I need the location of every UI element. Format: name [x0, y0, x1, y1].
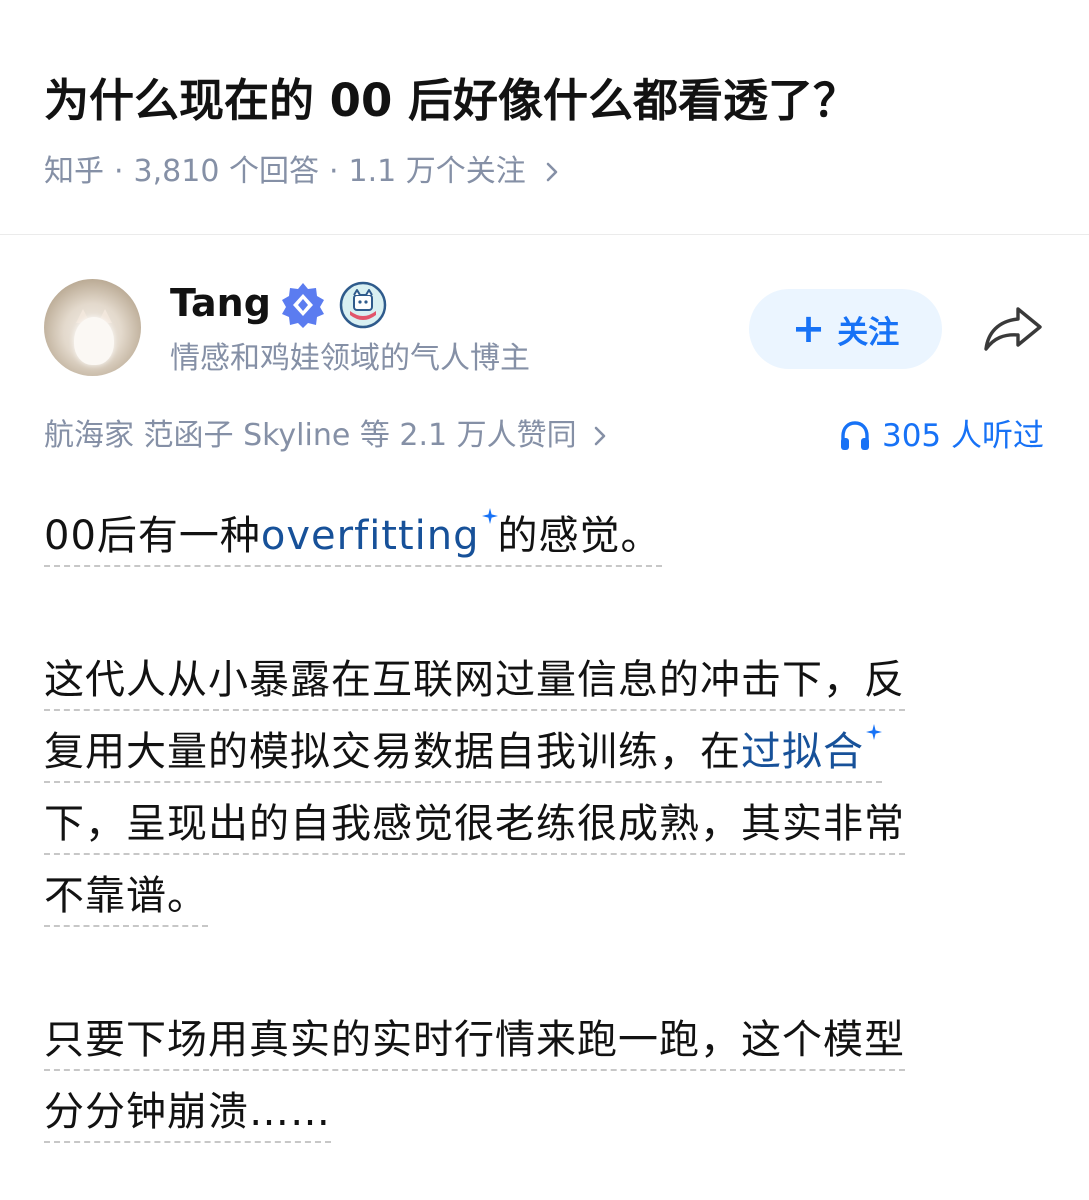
- avatar[interactable]: [44, 279, 141, 376]
- chevron-right-icon: [546, 162, 558, 182]
- question-meta[interactable]: 知乎 · 3,810 个回答 · 1.1 万个关注: [44, 150, 566, 194]
- keyword-link[interactable]: overfitting: [261, 513, 480, 559]
- text-line: 00后有一种overfitting 的感觉。: [44, 500, 1024, 572]
- answer-text: 不靠谱。: [44, 873, 208, 927]
- answer-text: 的感觉。: [497, 513, 662, 559]
- author-bio: 情感和鸡娃领域的气人博主: [170, 341, 530, 376]
- plus-icon: +: [791, 306, 826, 352]
- answer-text: 下，呈现出的自我感觉很老练很成熟，其实非常: [44, 801, 905, 855]
- answer-content: 00后有一种overfitting 的感觉。 这代人从小暴露在互联网过量信息的冲击…: [44, 500, 1024, 1148]
- source-label: 知乎: [44, 154, 104, 189]
- paragraph: 00后有一种overfitting 的感觉。: [44, 500, 1024, 572]
- answer-text: 这代人从小暴露在互联网过量信息的冲击下，反: [44, 657, 905, 711]
- keyword-link[interactable]: 过拟合: [741, 729, 864, 775]
- text-line: 复用大量的模拟交易数据自我训练，在过拟合: [44, 716, 1024, 788]
- sparkle-icon: [866, 724, 882, 740]
- creator-badge-icon: [339, 281, 387, 329]
- text-line: 分分钟崩溃……: [44, 1076, 1024, 1148]
- share-icon[interactable]: [982, 303, 1044, 355]
- answer-text: 00后有一种: [44, 513, 261, 559]
- paragraph: 这代人从小暴露在互联网过量信息的冲击下，反 复用大量的模拟交易数据自我训练，在过…: [44, 644, 1024, 932]
- voters-summary[interactable]: 航海家 范函子 Skyline 等 2.1 万人赞同: [44, 413, 613, 459]
- follow-label: 关注: [837, 314, 900, 351]
- chevron-right-icon: [594, 426, 605, 446]
- listened-count[interactable]: 305 人听过: [838, 413, 1044, 459]
- voters-text: 航海家 范函子 Skyline 等 2.1 万人赞同: [44, 418, 577, 453]
- answer-count: 3,810 个回答: [133, 154, 319, 189]
- section-divider: [0, 234, 1089, 235]
- author-name[interactable]: Tang: [170, 280, 271, 326]
- follower-count: 1.1 万个关注: [348, 154, 526, 189]
- question-header: 为什么现在的 00 后好像什么都看透了？ 知乎 · 3,810 个回答 · 1.…: [0, 0, 1089, 234]
- text-line: 这代人从小暴露在互联网过量信息的冲击下，反: [44, 644, 1024, 716]
- answer-text: 复用大量的模拟交易数据自我训练，在: [44, 729, 741, 775]
- headphone-icon: [840, 421, 869, 450]
- verified-badge-icon: [282, 283, 324, 328]
- answer-text: 只要下场用真实的实时行情来跑一跑，这个模型: [44, 1017, 905, 1071]
- listened-text: 305 人听过: [881, 418, 1044, 454]
- meta-separator: ·: [114, 154, 124, 189]
- text-line: 不靠谱。: [44, 860, 1024, 932]
- paragraph: 只要下场用真实的实时行情来跑一跑，这个模型 分分钟崩溃……: [44, 1004, 1024, 1148]
- sparkle-icon: [481, 508, 498, 524]
- text-line: 只要下场用真实的实时行情来跑一跑，这个模型: [44, 1004, 1024, 1076]
- meta-separator: ·: [328, 154, 339, 189]
- text-line: 下，呈现出的自我感觉很老练很成熟，其实非常: [44, 788, 1024, 860]
- follow-button[interactable]: + 关注: [749, 289, 942, 369]
- question-title[interactable]: 为什么现在的 00 后好像什么都看透了？: [44, 68, 858, 134]
- answer-text: 分分钟崩溃……: [44, 1089, 331, 1143]
- avatar-cat: [74, 317, 114, 365]
